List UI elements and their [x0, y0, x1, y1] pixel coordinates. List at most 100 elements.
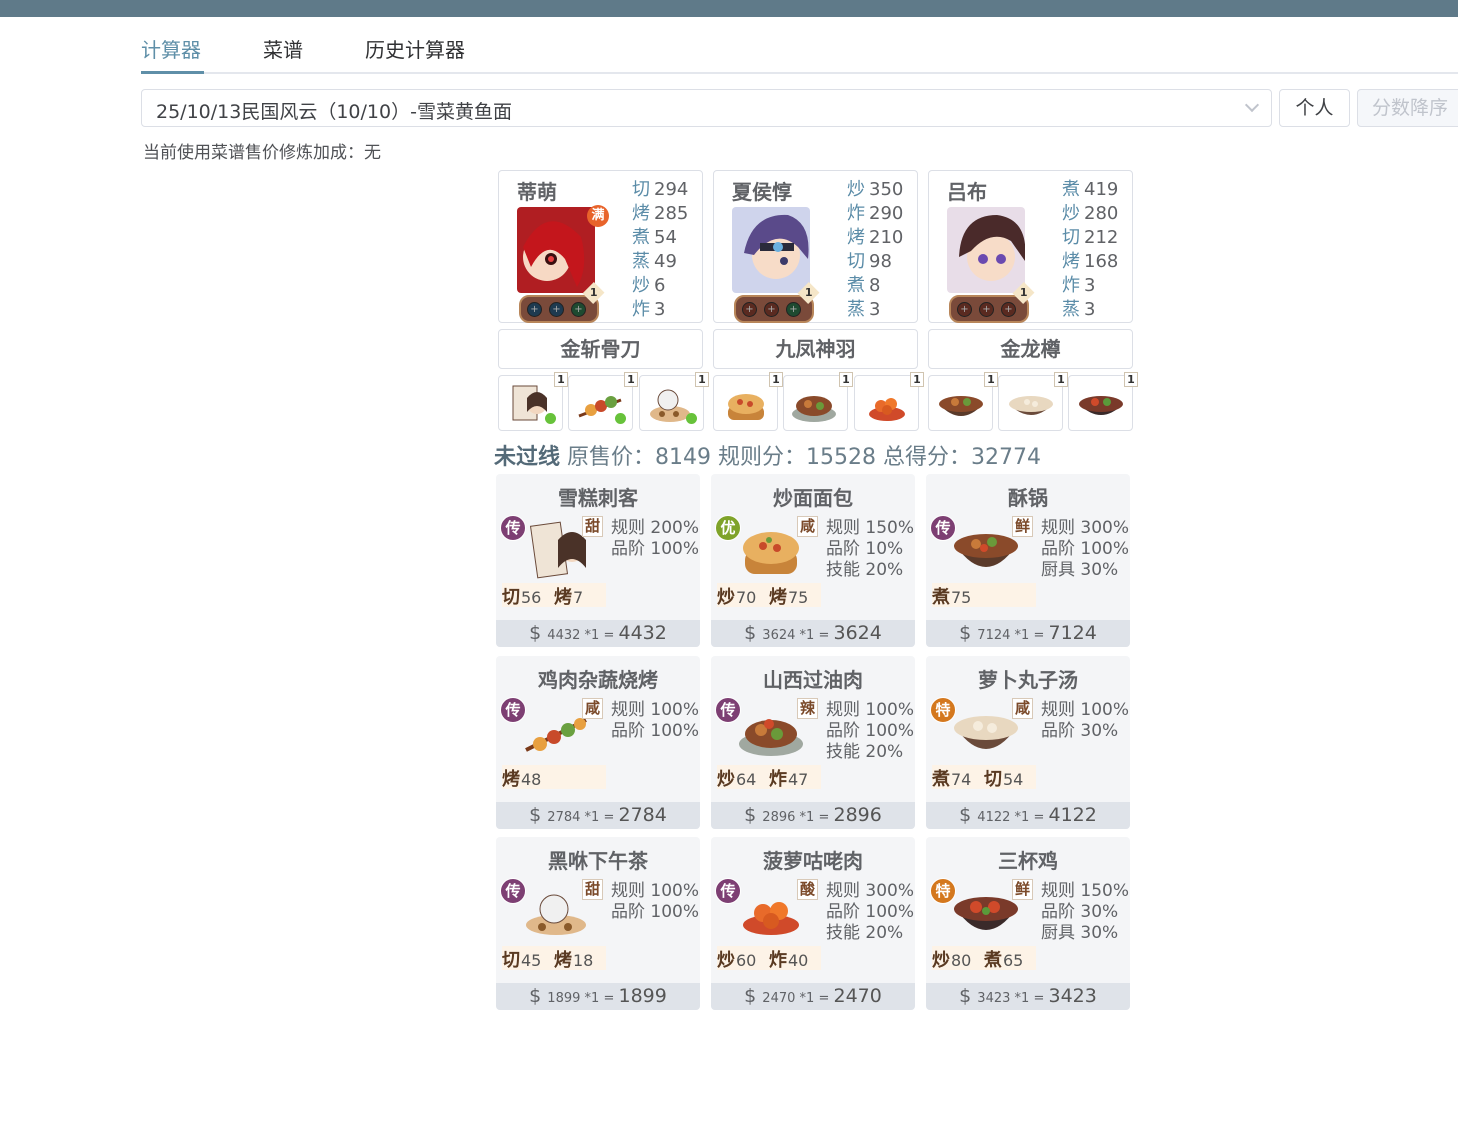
rarity-badge: 传 — [715, 878, 741, 904]
recipe-card[interactable]: 黑咻下午茶传 甜规则 100% 品阶 100% 切45 烤18 $ 1899 *1 = 1… — [496, 837, 700, 1010]
chef-ring-slots[interactable]: + + + — [519, 295, 599, 323]
stat-value: 212 — [1084, 227, 1119, 248]
recipe-skill: 烤7 — [554, 587, 584, 608]
ring-slot-icon[interactable]: + — [764, 302, 779, 317]
recipe-price: $ 2784 *1 = 2784 — [496, 802, 700, 829]
rule-select[interactable]: 25/10/13民国风云（10/10）-雪菜黄鱼面 — [141, 89, 1272, 127]
recipe-name: 菠萝咕咾肉 — [763, 849, 863, 873]
recipe-skill: 切54 — [984, 769, 1024, 790]
recipe-bonus-line: 规则 150% — [1041, 881, 1130, 901]
equip-button[interactable]: 九凤神羽 — [713, 329, 918, 369]
dish-slot[interactable]: 1 — [783, 372, 853, 431]
stat-key: 炒 — [847, 179, 865, 200]
dish-qty: 1 — [910, 372, 924, 387]
chevron-down-icon[interactable] — [1244, 97, 1260, 113]
recipe-price: $ 3423 *1 = 3423 — [926, 983, 1130, 1010]
recipe-card[interactable]: 山西过油肉传 辣规则 100% 品阶 100% 技能 20% 炒64 炸47 $ 2896 … — [711, 656, 915, 829]
stat-value: 3 — [1084, 299, 1096, 320]
recipe-bonus: 规则 300% 品阶 100% 厨具 30% — [1041, 518, 1129, 581]
stat-key: 炸 — [632, 299, 650, 320]
dish-slot[interactable]: 1 — [928, 372, 998, 431]
recipe-card[interactable]: 萝卜丸子汤特 咸规则 100% 品阶 30% 煮74 切54 $ 4122 *1 = 41… — [926, 656, 1130, 829]
ring-slot-icon[interactable]: + — [742, 302, 757, 317]
recipe-card[interactable]: 菠萝咕咾肉传 酸规则 300% 品阶 100% 技能 20% 炒60 炸40 $ 2470 … — [711, 837, 915, 1010]
dish-slot[interactable]: 1 — [568, 372, 638, 431]
recipe-name: 山西过油肉 — [763, 668, 863, 692]
tab-calculator[interactable]: 计算器 — [141, 34, 201, 63]
rarity-badge: 传 — [500, 515, 526, 541]
stat-value: 294 — [654, 179, 689, 200]
equip-button[interactable]: 金斩骨刀 — [498, 329, 703, 369]
dish-slot[interactable]: 1 — [854, 372, 924, 431]
dish-qty: 1 — [554, 372, 568, 387]
ring-slot-icon[interactable]: + — [979, 302, 994, 317]
stat-value: 8 — [869, 275, 881, 296]
recipe-bonus-line: 规则 100% — [611, 700, 700, 720]
chef-ring-slots[interactable]: + + + — [949, 295, 1029, 323]
recipe-skill: 煮65 — [984, 950, 1024, 971]
bonus-note: 当前使用菜谱售价修炼加成：无 — [143, 143, 381, 163]
recipe-skills: 炒60 炸40 — [717, 946, 821, 971]
sort-desc-button[interactable]: 分数降序 — [1357, 89, 1458, 127]
personal-button[interactable]: 个人 — [1279, 89, 1350, 127]
stat-key: 烤 — [847, 227, 865, 248]
recipe-name: 鸡肉杂蔬烧烤 — [538, 668, 658, 692]
stat-key: 炸 — [847, 203, 865, 224]
stat-key: 蒸 — [847, 299, 865, 320]
recipe-bonus-line: 规则 200% — [611, 518, 700, 538]
stat-value: 54 — [654, 227, 677, 248]
stat-key: 煮 — [632, 227, 650, 248]
chef-card[interactable]: 夏侯惇 + + + 1 炒 350 炸 290 烤 210 切 98 煮8 蒸3 — [713, 170, 918, 323]
dish-qty: 1 — [839, 372, 853, 387]
chef-avatar — [732, 207, 810, 293]
stat-key: 切 — [632, 179, 650, 200]
dish-qty: 1 — [695, 372, 709, 387]
ring-slot-icon[interactable]: + — [527, 302, 542, 317]
recipe-skill: 烤75 — [769, 587, 809, 608]
chef-ring-slots[interactable]: + + + — [734, 295, 814, 323]
rarity-badge: 传 — [715, 697, 741, 723]
ring-slot-icon[interactable]: + — [1001, 302, 1016, 317]
tab-recipes[interactable]: 菜谱 — [263, 34, 303, 63]
recipe-bonus-line: 品阶 100% — [611, 539, 700, 559]
stat-key: 炒 — [1062, 203, 1080, 224]
recipe-price: $ 3624 *1 = 3624 — [711, 620, 915, 647]
recipe-skill: 炒80 — [932, 950, 972, 971]
ring-slot-icon[interactable]: + — [786, 302, 801, 317]
recipe-price: $ 2470 *1 = 2470 — [711, 983, 915, 1010]
dish-slot[interactable]: 1 — [639, 372, 709, 431]
dish-qty: 1 — [1124, 372, 1138, 387]
ring-slot-icon[interactable]: + — [957, 302, 972, 317]
recipe-name: 炒面面包 — [773, 486, 853, 510]
recipe-card[interactable]: 雪糕刺客传 甜规则 200% 品阶 100% 切56 烤7 $ 4432 *1 = 443… — [496, 474, 700, 647]
dish-slot[interactable]: 1 — [498, 372, 568, 431]
recipe-card[interactable]: 三杯鸡特 鲜规则 150% 品阶 30% 厨具 30% 炒80 煮65 $ 3423 *1 … — [926, 837, 1130, 1010]
taste-badge: 酸 — [797, 879, 818, 900]
stat-value: 280 — [1084, 203, 1119, 224]
recipe-bonus-line: 技能 20% — [826, 560, 904, 580]
stat-key: 切 — [1062, 227, 1080, 248]
equip-button[interactable]: 金龙樽 — [928, 329, 1133, 369]
recipe-bonus: 规则 150% 品阶 30% 厨具 30% — [1041, 881, 1129, 944]
recipe-skill: 切56 — [502, 587, 542, 608]
recipe-bonus: 规则 200% 品阶 100% — [611, 518, 699, 560]
recipe-bonus-line: 品阶 30% — [1041, 721, 1119, 741]
stat-value: 285 — [654, 203, 689, 224]
dish-slot[interactable]: 1 — [1068, 372, 1138, 431]
recipe-card[interactable]: 炒面面包优 咸规则 150% 品阶 10% 技能 20% 炒70 烤75 $ 3624 *1… — [711, 474, 915, 647]
recipe-skill: 煮75 — [932, 587, 972, 608]
chef-card[interactable]: 吕布 + + + 1 煮 419 炒 280 切 212 烤 168 炸3 蒸3 — [928, 170, 1133, 323]
recipe-bonus-line: 规则 100% — [826, 700, 915, 720]
dish-slot[interactable]: 1 — [713, 372, 783, 431]
recipe-card[interactable]: 酥锅传 鲜规则 300% 品阶 100% 厨具 30% 煮75 $ 7124 *1 = 7… — [926, 474, 1130, 647]
ring-slot-icon[interactable]: + — [549, 302, 564, 317]
dish-slot[interactable]: 1 — [998, 372, 1068, 431]
recipe-skill: 烤18 — [554, 950, 594, 971]
recipe-name: 雪糕刺客 — [558, 486, 638, 510]
ring-slot-icon[interactable]: + — [571, 302, 586, 317]
chef-card[interactable]: 蒂萌 满 + + + 1 切 294 烤 285 煮 54 蒸 49 炒6 炸3 — [498, 170, 703, 323]
rule-select-value: 25/10/13民国风云（10/10）-雪菜黄鱼面 — [156, 101, 512, 123]
recipe-card[interactable]: 鸡肉杂蔬烧烤传 咸规则 100% 品阶 100% 烤48 $ 2784 *1 = 278… — [496, 656, 700, 829]
tab-history-calculator[interactable]: 历史计算器 — [365, 34, 465, 63]
stat-value: 3 — [869, 299, 881, 320]
